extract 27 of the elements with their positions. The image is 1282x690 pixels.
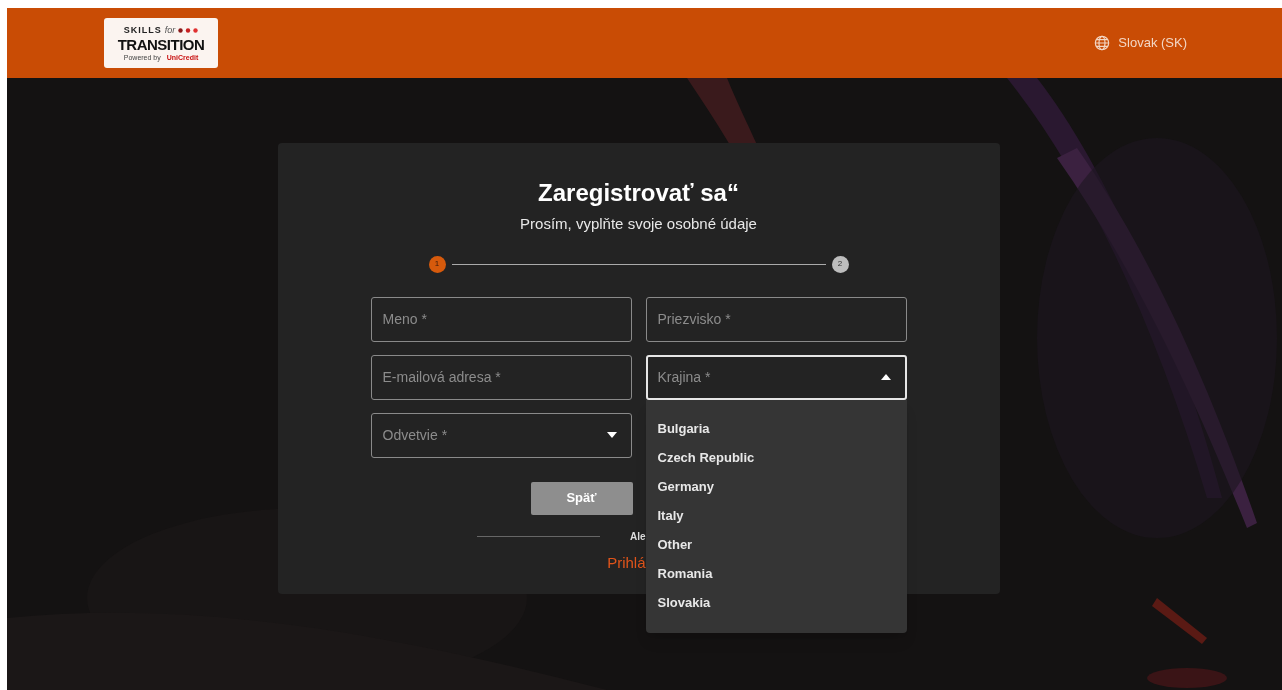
dots-icon (178, 27, 199, 33)
dropdown-option[interactable]: Czech Republic (645, 443, 907, 473)
logo-title: TRANSITION (117, 36, 205, 52)
select-placeholder: Krajina * (657, 367, 711, 387)
dropdown-option[interactable]: Italy (645, 501, 907, 531)
select-field[interactable]: Krajina * (645, 354, 907, 400)
select-placeholder: Odvetvie * (382, 425, 448, 445)
text-field[interactable]: E-mailová adresa * (370, 354, 632, 400)
globe-icon (1094, 35, 1111, 51)
text-field[interactable]: Meno * (370, 296, 632, 342)
step-indicator: 1 (428, 255, 446, 273)
select-field[interactable]: Odvetvie * (370, 412, 632, 458)
login-link[interactable]: Prihlá (607, 551, 646, 574)
dropdown-option[interactable]: Germany (645, 472, 907, 502)
divider-text: Ale (629, 529, 646, 544)
dropdown-option[interactable]: Slovakia (645, 588, 907, 618)
form-subtitle: Prosím, vyplňte svoje osobné údaje (520, 214, 757, 234)
step-indicator: 2 (831, 255, 849, 273)
dropdown-option[interactable]: Other (645, 530, 907, 560)
logo-skills: SKILLS (123, 25, 162, 35)
dropdown-option[interactable]: Romania (645, 559, 907, 589)
caret-icon (606, 432, 617, 438)
form-title: Zaregistrovať sa“ (538, 178, 739, 208)
dropdown-option[interactable]: Bulgaria (645, 414, 907, 444)
caret-icon (880, 374, 891, 380)
logo-for: for (164, 25, 176, 35)
text-field[interactable]: Priezvisko * (645, 296, 907, 342)
